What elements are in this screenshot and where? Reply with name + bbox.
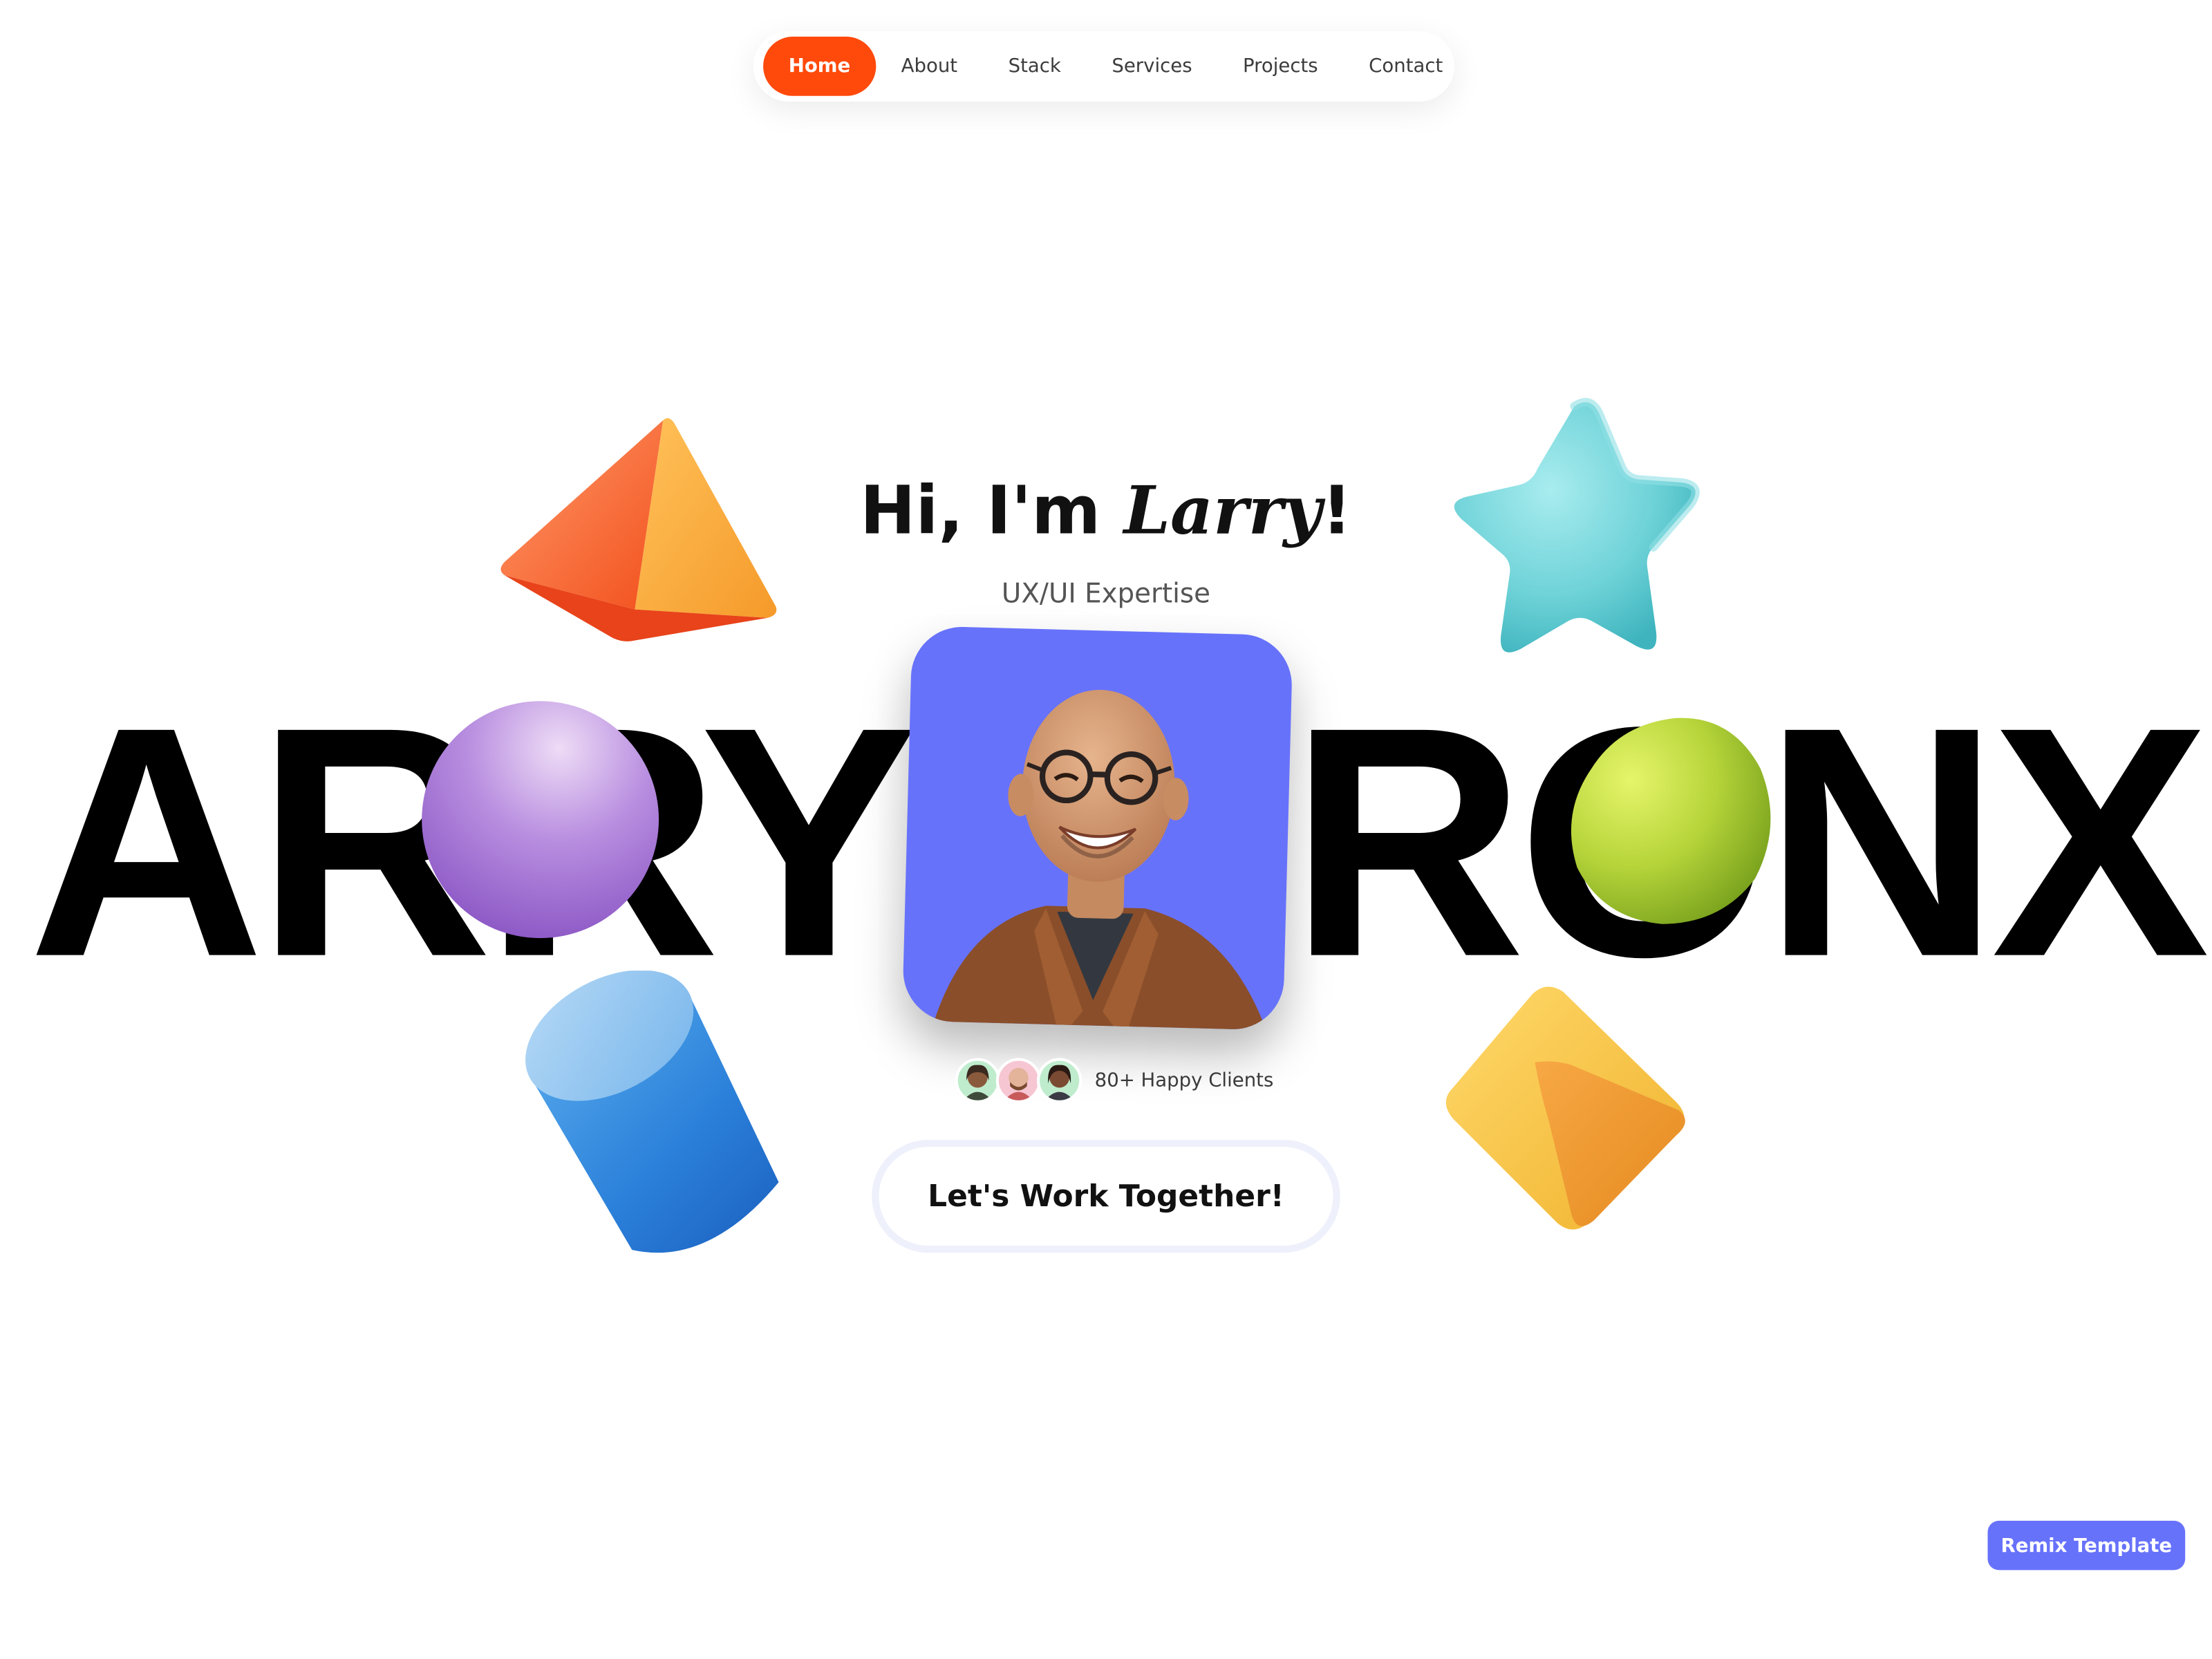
nav-about[interactable]: About xyxy=(876,37,983,96)
avatar xyxy=(1036,1058,1082,1103)
nav-projects[interactable]: Projects xyxy=(1217,37,1343,96)
greeting-name: Larry xyxy=(1123,472,1322,550)
cylinder-3d-icon xyxy=(525,971,779,1253)
avatar xyxy=(995,1058,1042,1103)
hero-role: UX/UI Expertise xyxy=(1001,578,1211,610)
happy-clients: 80+ Happy Clients xyxy=(955,1058,1274,1103)
hero-greeting: Hi, I'm Larry! xyxy=(824,473,1388,550)
sphere-3d-icon xyxy=(422,701,659,939)
cube-3d-icon xyxy=(1445,986,1685,1230)
nav-contact[interactable]: Contact xyxy=(1343,37,1468,96)
nav-home[interactable]: Home xyxy=(763,37,876,96)
greeting-suffix: ! xyxy=(1322,472,1352,550)
nav-stack[interactable]: Stack xyxy=(983,37,1087,96)
greeting-prefix: Hi, I'm xyxy=(860,472,1124,550)
clients-label: 80+ Happy Clients xyxy=(1094,1069,1274,1092)
person-portrait-icon xyxy=(930,689,1271,1031)
star-3d-icon xyxy=(1454,397,1700,653)
nav-services[interactable]: Services xyxy=(1087,37,1218,96)
page: Home About Stack Services Projects Conta… xyxy=(0,0,2212,1659)
pyramid-3d-icon xyxy=(500,418,777,641)
rounded-cube-green-icon xyxy=(1571,718,1771,924)
hero-portrait xyxy=(901,626,1293,1031)
remix-template-button[interactable]: Remix Template xyxy=(1987,1520,2186,1571)
client-avatars xyxy=(955,1058,1082,1103)
work-together-button[interactable]: Let's Work Together! xyxy=(872,1139,1340,1253)
avatar xyxy=(955,1058,1000,1103)
top-nav: Home About Stack Services Projects Conta… xyxy=(753,30,1455,102)
